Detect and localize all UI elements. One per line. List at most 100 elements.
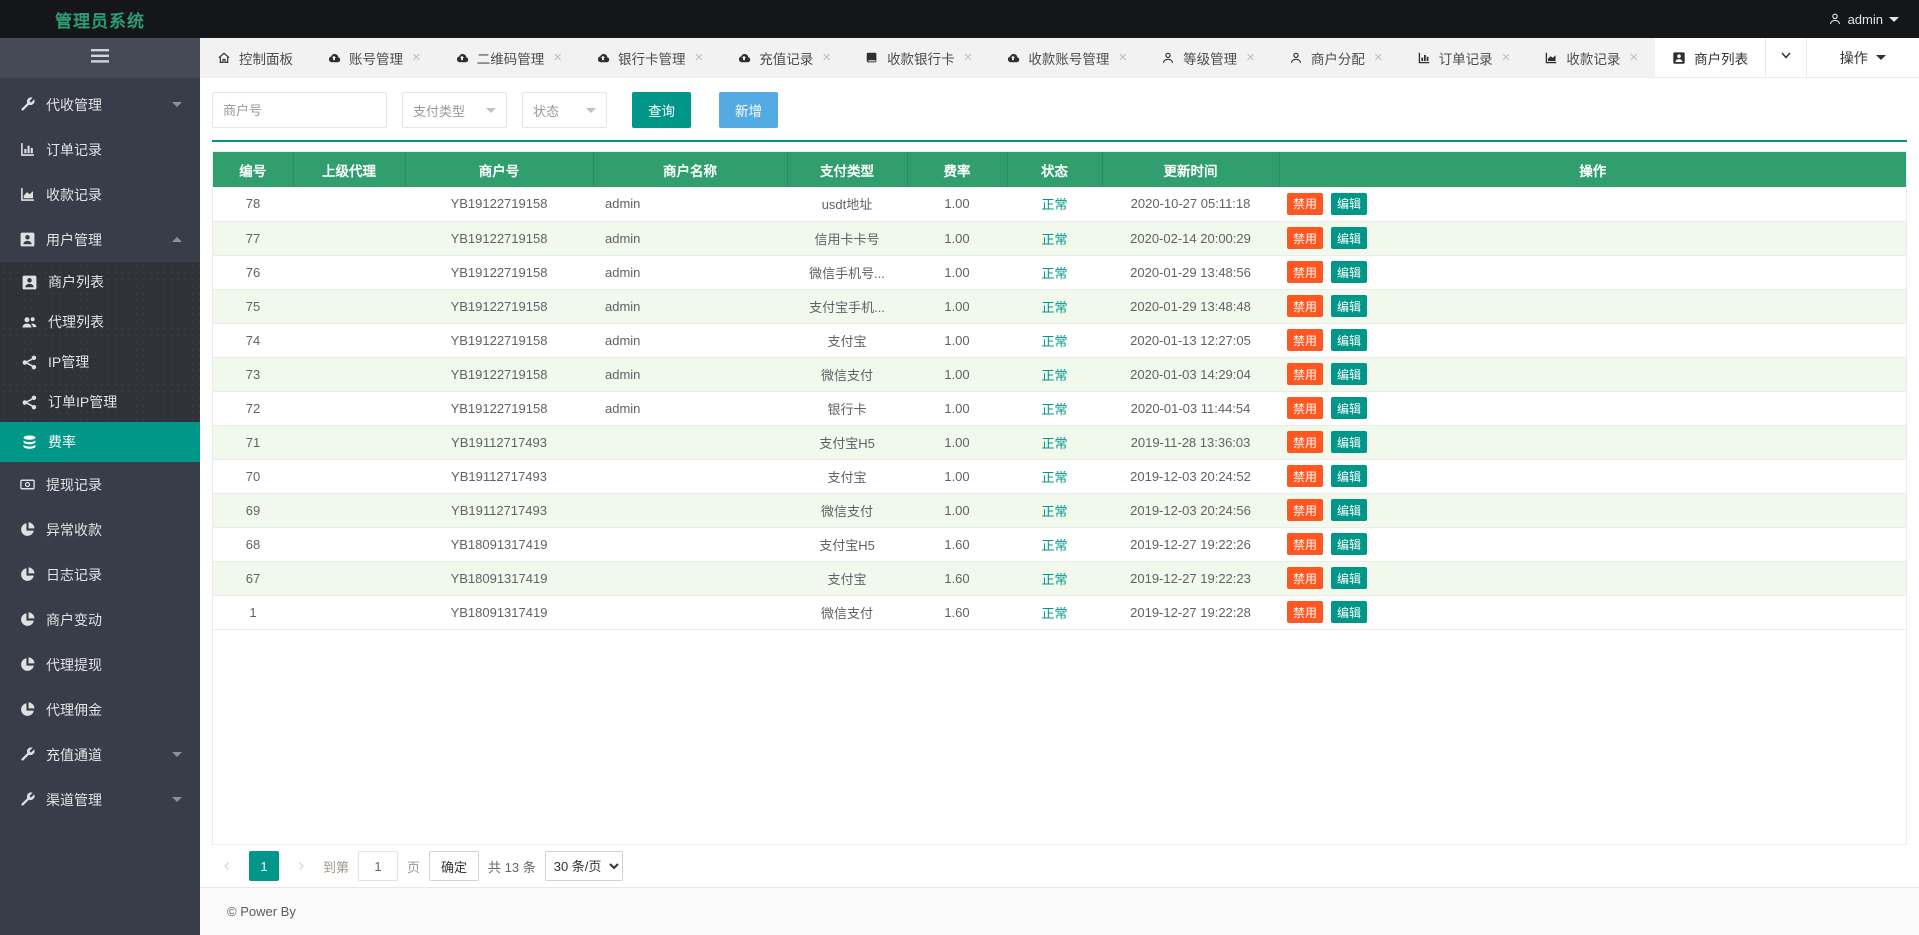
edit-button[interactable]: 编辑 — [1331, 295, 1368, 317]
tab[interactable]: 收款银行卡 × — [848, 38, 989, 77]
close-icon[interactable]: × — [964, 50, 973, 65]
tab[interactable]: 银行卡管理 × — [579, 38, 720, 77]
sidebar-item[interactable]: 渠道管理 — [0, 777, 200, 822]
tab-label: 等级管理 — [1183, 51, 1238, 67]
sidebar-item[interactable]: 订单IP管理 — [0, 382, 200, 422]
edit-button[interactable]: 编辑 — [1331, 465, 1368, 487]
close-icon[interactable]: × — [553, 50, 562, 65]
close-icon[interactable]: × — [695, 50, 704, 65]
page-size-select[interactable]: 30 条/页 — [544, 851, 623, 881]
sidebar-item[interactable]: 代理列表 — [0, 302, 200, 342]
cell-rate: 1.00 — [907, 255, 1007, 290]
cell-id: 67 — [213, 561, 293, 596]
sidebar-item-label: 代理列表 — [48, 314, 104, 330]
edit-button[interactable]: 编辑 — [1331, 227, 1368, 249]
user-menu[interactable]: admin — [1828, 12, 1919, 27]
disable-button[interactable]: 禁用 — [1287, 192, 1324, 215]
caret-down-icon — [586, 107, 596, 113]
tab[interactable]: 控制面板 — [200, 38, 310, 77]
tab[interactable]: 收款账号管理 × — [989, 38, 1144, 77]
sidebar-item[interactable]: 充值通道 — [0, 732, 200, 777]
sidebar-item[interactable]: 代理佣金 — [0, 687, 200, 732]
disable-button[interactable]: 禁用 — [1287, 601, 1324, 623]
sidebar-item[interactable]: 提现记录 — [0, 462, 200, 507]
cell-status: 正常 — [1007, 187, 1102, 222]
next-page-button[interactable] — [288, 851, 314, 881]
edit-button[interactable]: 编辑 — [1331, 261, 1368, 283]
sidebar-item[interactable]: IP管理 — [0, 342, 200, 382]
users-icon — [21, 314, 38, 331]
pay-type-select[interactable]: 支付类型 — [402, 92, 507, 128]
disable-button[interactable]: 禁用 — [1287, 397, 1324, 419]
sidebar-item[interactable]: 代收管理 — [0, 82, 200, 127]
close-icon[interactable]: × — [1118, 50, 1127, 65]
close-icon[interactable]: × — [1502, 50, 1511, 65]
tab[interactable]: 商户分配 × — [1272, 38, 1400, 77]
disable-button[interactable]: 禁用 — [1287, 363, 1324, 385]
sidebar-item-label: 费率 — [48, 434, 76, 450]
cell-merchant-name: admin — [593, 255, 787, 290]
tab[interactable]: 账号管理 × — [310, 38, 438, 77]
edit-button[interactable]: 编辑 — [1331, 363, 1368, 385]
disable-button[interactable]: 禁用 — [1287, 295, 1324, 317]
edit-button[interactable]: 编辑 — [1331, 533, 1368, 555]
search-button[interactable]: 查询 — [632, 92, 691, 128]
close-icon[interactable]: × — [1246, 50, 1255, 65]
disable-button[interactable]: 禁用 — [1287, 329, 1324, 351]
tab[interactable]: 充值记录 × — [720, 38, 848, 77]
cell-id: 73 — [213, 357, 293, 392]
sidebar-item[interactable]: 订单记录 — [0, 127, 200, 172]
status-select[interactable]: 状态 — [522, 92, 607, 128]
add-button[interactable]: 新增 — [719, 92, 778, 128]
close-icon[interactable]: × — [822, 50, 831, 65]
area-chart-icon — [1544, 51, 1558, 65]
tab[interactable]: 等级管理 × — [1144, 38, 1272, 77]
sidebar-item[interactable]: 代理提现 — [0, 642, 200, 687]
disable-button[interactable]: 禁用 — [1287, 567, 1324, 589]
sidebar-item[interactable]: 商户变动 — [0, 597, 200, 642]
sidebar-item[interactable]: 异常收款 — [0, 507, 200, 552]
sidebar-item-label: 日志记录 — [46, 566, 102, 583]
confirm-page-button[interactable]: 确定 — [429, 851, 480, 881]
disable-button[interactable]: 禁用 — [1287, 499, 1324, 521]
edit-button[interactable]: 编辑 — [1331, 329, 1368, 351]
disable-button[interactable]: 禁用 — [1287, 261, 1324, 283]
edit-button[interactable]: 编辑 — [1331, 192, 1368, 215]
sidebar-item[interactable]: 日志记录 — [0, 552, 200, 597]
cell-pay-type: 微信支付 — [787, 595, 907, 630]
close-icon[interactable]: × — [1374, 50, 1383, 65]
edit-button[interactable]: 编辑 — [1331, 397, 1368, 419]
merchant-no-input[interactable] — [212, 92, 387, 128]
tab[interactable]: 订单记录 × — [1400, 38, 1528, 77]
sidebar-item[interactable]: 商户列表 — [0, 262, 200, 302]
disable-button[interactable]: 禁用 — [1287, 227, 1324, 249]
operations-dropdown[interactable]: 操作 — [1805, 38, 1919, 77]
bar-chart-icon — [1417, 51, 1431, 65]
edit-button[interactable]: 编辑 — [1331, 601, 1368, 623]
edit-button[interactable]: 编辑 — [1331, 431, 1368, 453]
cell-agent — [293, 425, 405, 460]
sidebar-item[interactable]: 收款记录 — [0, 172, 200, 217]
disable-button[interactable]: 禁用 — [1287, 533, 1324, 555]
disable-button[interactable]: 禁用 — [1287, 465, 1324, 487]
tab[interactable]: 商户列表 — [1655, 38, 1766, 77]
edit-button[interactable]: 编辑 — [1331, 499, 1368, 521]
cell-pay-type: 支付宝H5 — [787, 425, 907, 460]
prev-page-button[interactable] — [214, 851, 240, 881]
tab[interactable]: 二维码管理 × — [438, 38, 579, 77]
sidebar-item[interactable]: 用户管理 — [0, 217, 200, 262]
sidebar-item[interactable]: 费率 — [0, 422, 200, 462]
cell-id: 68 — [213, 527, 293, 562]
cell-merchant-name: admin — [593, 221, 787, 256]
tab[interactable]: 收款记录 × — [1527, 38, 1655, 77]
current-page[interactable]: 1 — [249, 851, 279, 881]
edit-button[interactable]: 编辑 — [1331, 567, 1368, 589]
disable-button[interactable]: 禁用 — [1287, 431, 1324, 453]
close-icon[interactable]: × — [412, 50, 421, 65]
cell-merchant-no: YB19122719158 — [405, 221, 593, 256]
goto-page-input[interactable] — [358, 851, 399, 881]
close-icon[interactable]: × — [1629, 50, 1638, 65]
sidebar-collapse-button[interactable] — [0, 38, 200, 78]
tab-collapse-button[interactable] — [1765, 38, 1806, 77]
tab-label: 充值记录 — [759, 51, 814, 67]
